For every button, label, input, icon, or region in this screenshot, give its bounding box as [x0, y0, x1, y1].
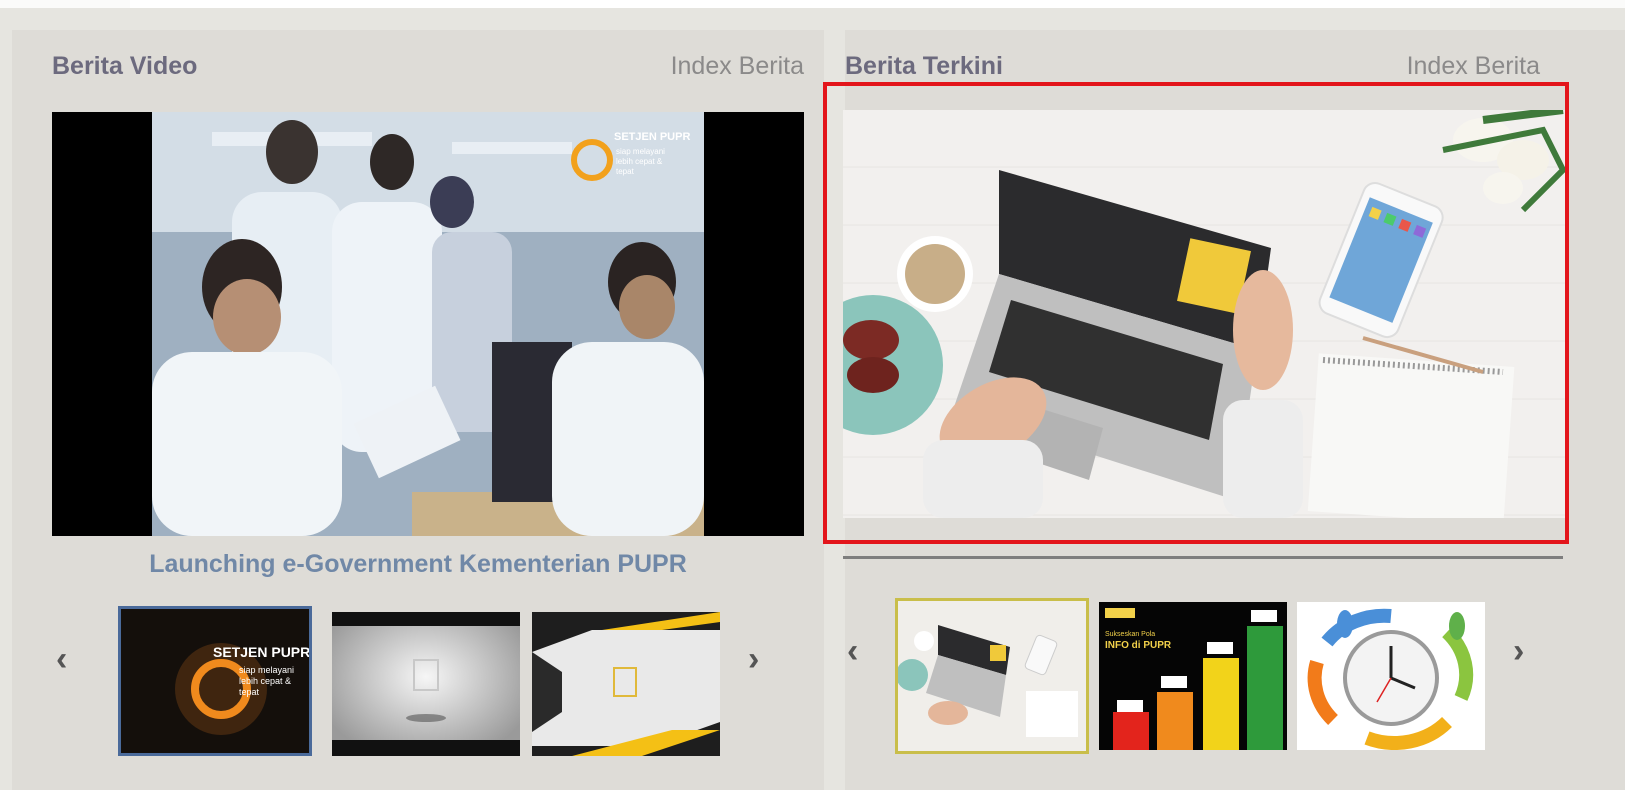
latest-news-panel: Berita Terkini Index Berita ‹ Sukseskan … [823, 30, 1625, 790]
video-logo-text: SETJEN PUPR [614, 131, 690, 143]
panel-title: Berita Terkini [845, 52, 1003, 80]
svg-text:Sukseskan Pola: Sukseskan Pola [1105, 631, 1155, 638]
video-thumbnail-2[interactable] [332, 612, 520, 756]
svg-text:tepat: tepat [239, 687, 260, 697]
news-thumbnail-1[interactable] [895, 598, 1089, 754]
top-bar-inner [130, 0, 1490, 8]
video-caption[interactable]: Launching e-Government Kementerian PUPR [12, 550, 824, 579]
index-news-link[interactable]: Index Berita [671, 52, 804, 81]
chevron-left-icon[interactable]: ‹ [847, 634, 858, 668]
video-thumbnail-1[interactable]: SETJEN PUPR siap melayani lebih cepat & … [118, 606, 312, 756]
video-player[interactable]: SETJEN PUPR siap melayani lebih cepat & … [52, 112, 804, 536]
svg-text:tepat: tepat [616, 167, 635, 176]
featured-news-highlight[interactable] [823, 82, 1569, 544]
news-thumbnail-3[interactable] [1297, 602, 1485, 750]
video-thumbnail-3[interactable] [532, 612, 720, 756]
svg-text:SETJEN PUPR: SETJEN PUPR [213, 644, 309, 660]
thumbnail-heading: INFO di PUPR [1105, 640, 1172, 651]
panel-title: Berita Video [52, 52, 198, 80]
chevron-left-icon[interactable]: ‹ [56, 642, 67, 676]
chevron-right-icon[interactable]: › [748, 642, 759, 676]
svg-text:lebih cepat &: lebih cepat & [616, 157, 663, 166]
chevron-right-icon[interactable]: › [1513, 634, 1524, 668]
svg-text:siap melayani: siap melayani [239, 665, 294, 675]
divider [843, 556, 1563, 559]
video-news-panel: Berita Video Index Berita SETJEN PUPR si… [12, 30, 824, 790]
index-news-link[interactable]: Index Berita [1407, 52, 1540, 81]
top-bar [0, 0, 1625, 8]
news-thumbnail-2[interactable]: Sukseskan Pola INFO di PUPR [1099, 602, 1287, 750]
video-frame-image: SETJEN PUPR siap melayani lebih cepat & … [152, 112, 704, 536]
svg-text:lebih cepat &: lebih cepat & [239, 676, 291, 686]
featured-news-image [843, 110, 1565, 518]
svg-text:siap melayani: siap melayani [616, 147, 665, 156]
